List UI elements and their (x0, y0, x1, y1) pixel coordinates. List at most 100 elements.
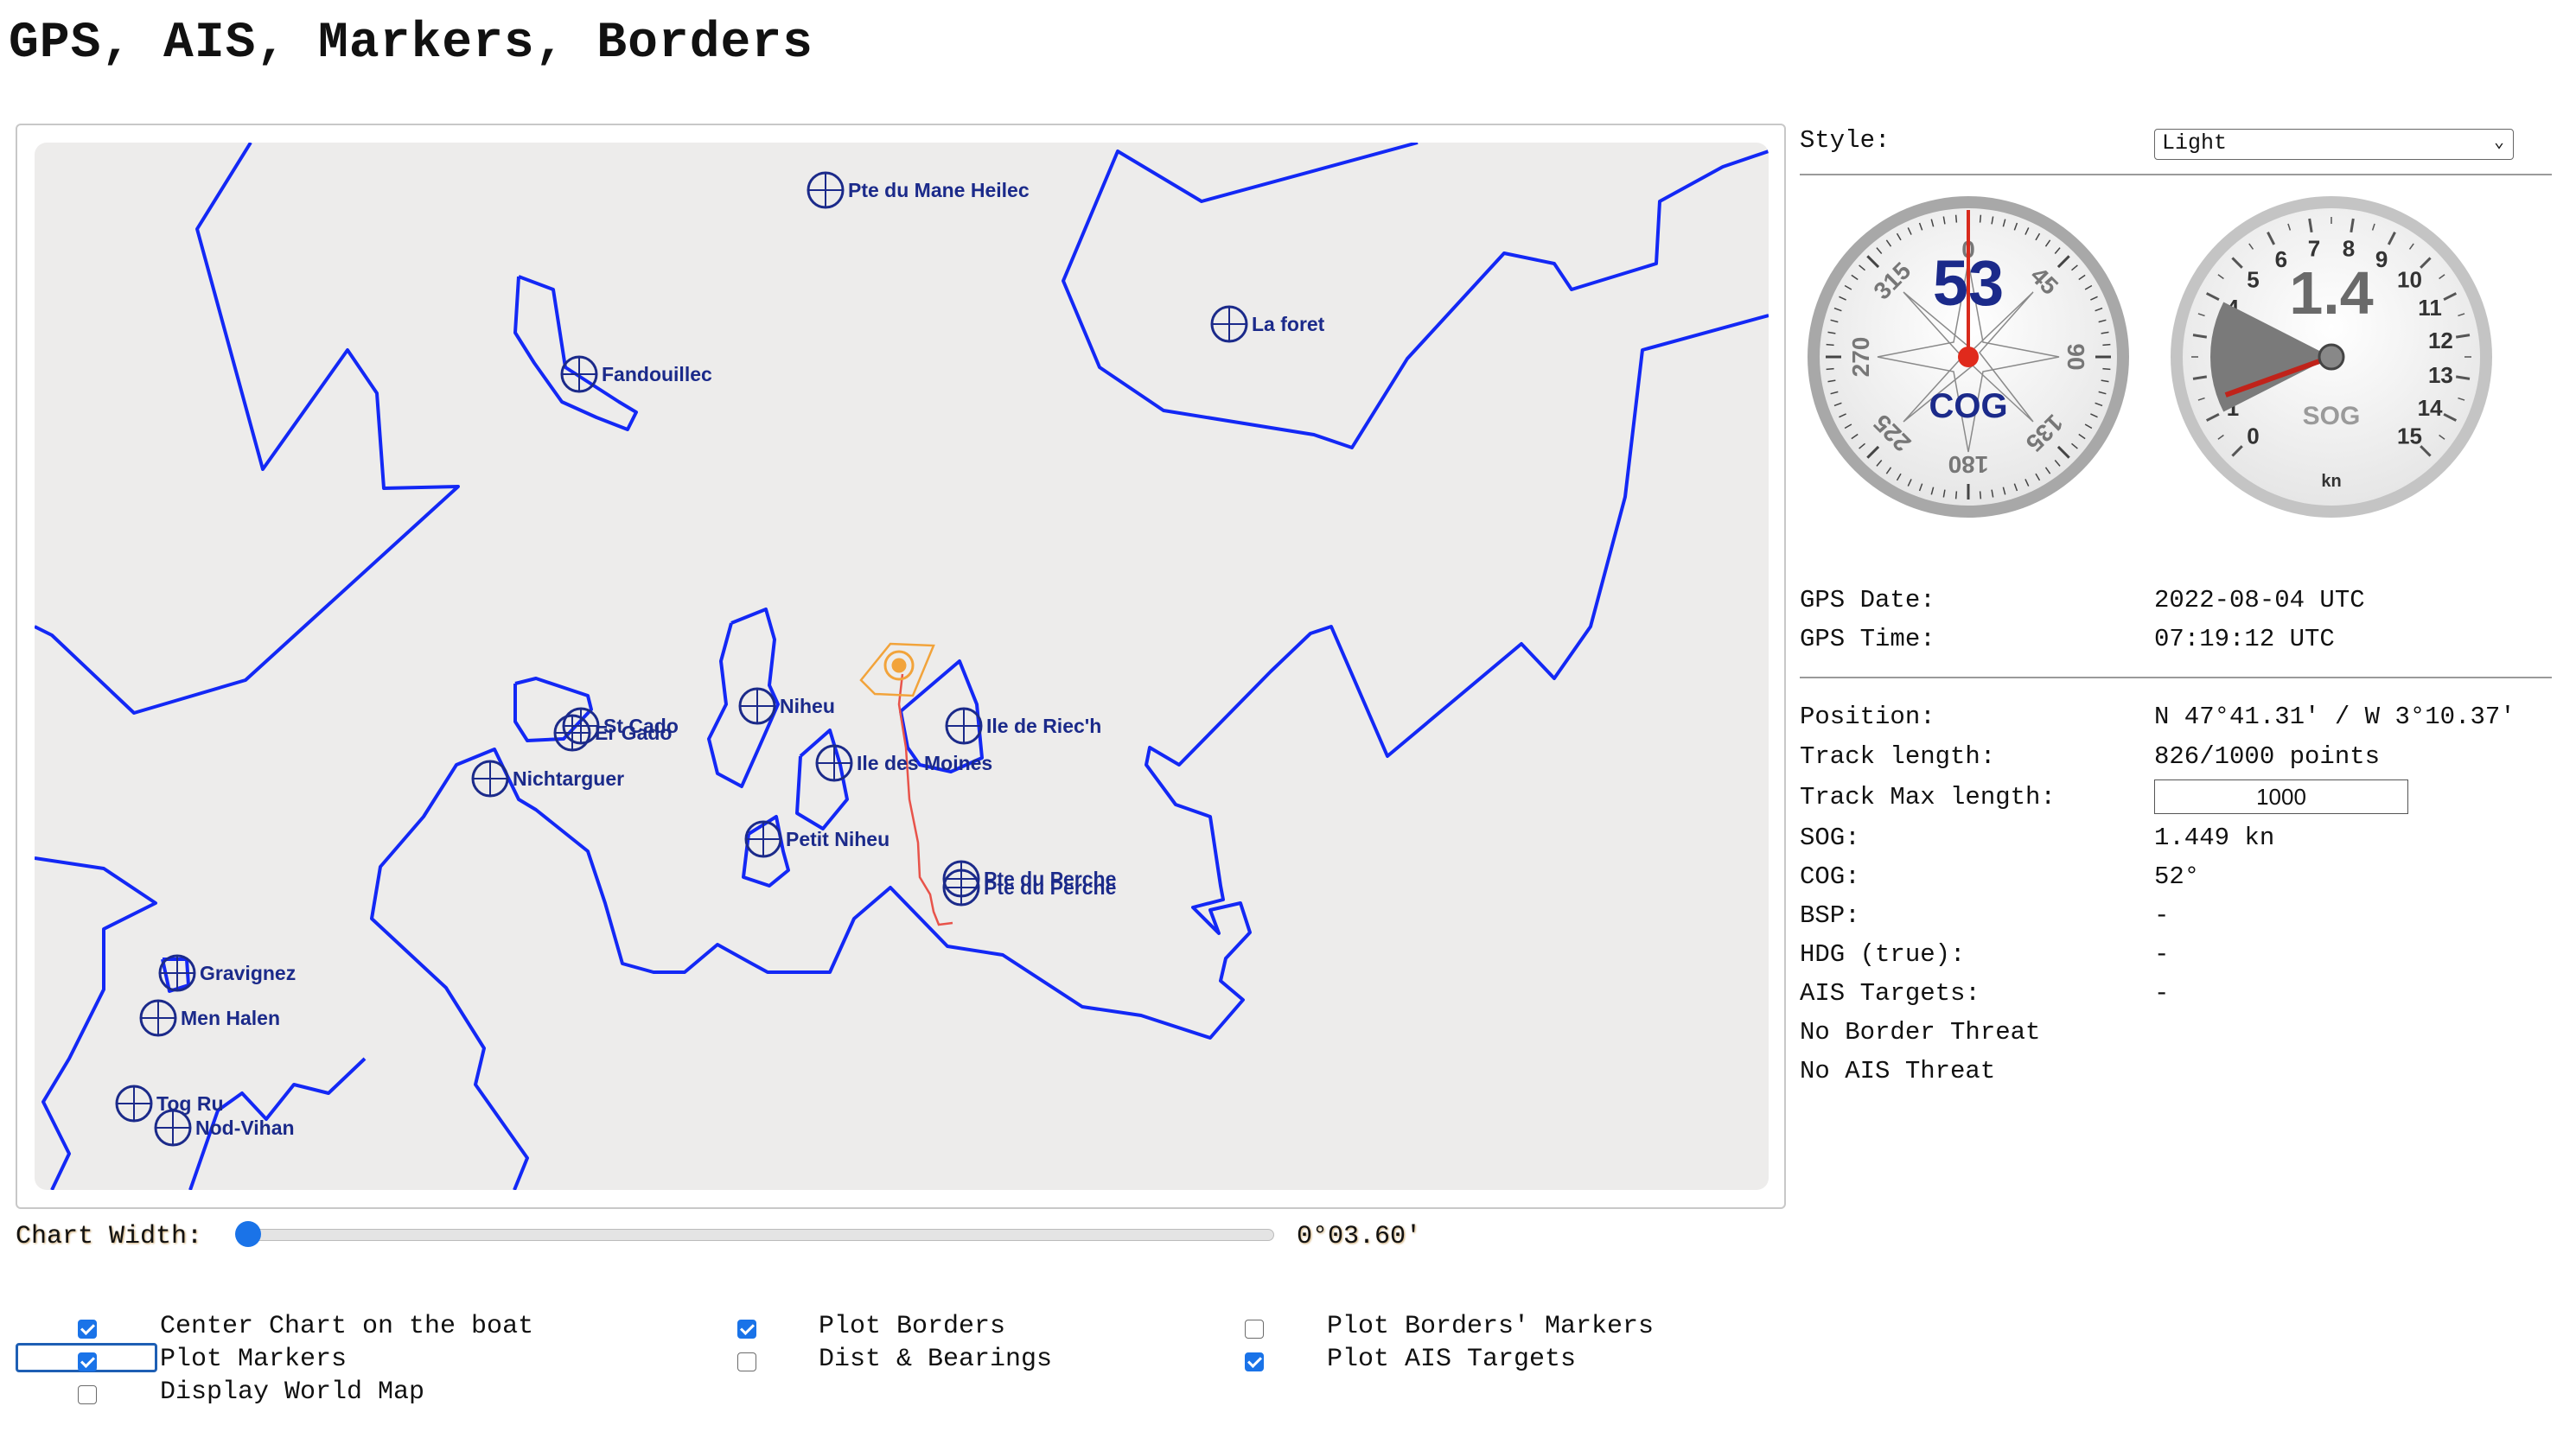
sog-tick-label: 11 (2418, 295, 2442, 321)
plot-borders-markers-checkbox[interactable] (1245, 1320, 1264, 1339)
divider (1800, 174, 2552, 175)
ais-label: AIS Targets: (1800, 979, 1980, 1008)
chart-width-value: 0°03.60' (1297, 1222, 1422, 1251)
center-chart-checkbox[interactable] (78, 1320, 97, 1339)
chart-frame: Pte du Mane Heilec Fandouillec La foret St … (16, 124, 1786, 1209)
ais-threat-text: No AIS Threat (1800, 1057, 1996, 1085)
cog-center-dot (1958, 347, 1979, 367)
gps-date-label: GPS Date: (1800, 586, 1935, 614)
cog-tick-label: 90 (2063, 343, 2089, 370)
display-world-map-label: Display World Map (160, 1378, 425, 1407)
track-length-value: 826/1000 points (2154, 742, 2381, 771)
gauges: 04590135180225270315 53 COG 012345678910… (1808, 196, 2492, 518)
hdg-value: - (2154, 940, 2170, 969)
plot-ais-targets-checkbox[interactable] (1245, 1352, 1264, 1371)
dist-bearings-checkbox[interactable] (737, 1352, 756, 1371)
tick (2102, 343, 2111, 347)
marker-label: Fandouillec (602, 363, 712, 385)
sog-tick-label: 6 (2275, 246, 2287, 272)
sog-tick-label: 13 (2428, 362, 2453, 388)
sog-tick-label: 5 (2247, 266, 2259, 292)
cog-label: COG: (1800, 862, 1860, 891)
sog-tick-label: 12 (2428, 328, 2453, 353)
marker-label: La foret (1252, 313, 1325, 335)
sog-label: SOG: (1800, 824, 1860, 852)
marker-label: Niheu (780, 695, 835, 717)
gps-time-value: 07:19:12 UTC (2154, 625, 2335, 653)
tick (1954, 491, 1958, 499)
tick (2102, 367, 2111, 371)
gps-date-value: 2022-08-04 UTC (2154, 586, 2365, 614)
tick (1826, 343, 1834, 347)
chevron-down-icon: ⌄ (2493, 133, 2504, 153)
chart-svg[interactable]: Pte du Mane HeilecFandouillecLa foretSt … (35, 143, 1769, 1190)
sog-tick-label: 14 (2418, 395, 2443, 421)
track-length-label: Track length: (1800, 742, 1996, 771)
center-chart-label: Center Chart on the boat (160, 1312, 534, 1341)
marker-label: Nod-Vihan (195, 1117, 295, 1139)
plot-borders-markers-label: Plot Borders' Markers (1327, 1312, 1655, 1341)
marker-label: Petit Niheu (786, 828, 889, 850)
bsp-label: BSP: (1800, 901, 1860, 930)
boat-icon (859, 642, 935, 697)
style-select[interactable]: Light ⌄ (2154, 129, 2514, 160)
sog-gauge: 0123456789101112131415 1.4 SOG kn (2171, 196, 2492, 518)
cog-value: 52° (2154, 862, 2200, 891)
border-north-east (1062, 143, 1769, 449)
right-panel: Style: Light ⌄ 04590135180225270315 (1800, 124, 2552, 1143)
marker: Niheu (738, 687, 835, 725)
sog-tick-label: 0 (2247, 423, 2259, 449)
plot-borders-label: Plot Borders (819, 1312, 1006, 1341)
sog-value: 1.449 kn (2154, 824, 2275, 852)
marker-label: Pte du Mane Heilec (848, 179, 1030, 201)
border-threat-text: No Border Threat (1800, 1018, 2041, 1047)
chart-width-slider[interactable] (247, 1229, 1274, 1241)
border-north-west (35, 143, 460, 715)
plot-borders-checkbox[interactable] (737, 1320, 756, 1339)
marker: Men Halen (139, 999, 280, 1037)
hdg-label: HDG (true): (1800, 940, 1966, 969)
plot-markers-label: Plot Markers (160, 1345, 348, 1374)
style-select-value: Light (2162, 130, 2228, 156)
cog-tick-label: 180 (1948, 451, 1989, 478)
tick (1826, 367, 1834, 371)
chart-width-slider-thumb[interactable] (235, 1221, 261, 1247)
divider (1800, 677, 2552, 678)
marker: Pte du Mane Heilec (807, 171, 1030, 209)
cog-tick-label: 270 (1847, 337, 1874, 378)
marker: Ile de Riec'h (945, 707, 1101, 745)
plot-markers-checkbox[interactable] (78, 1352, 97, 1371)
bsp-value: - (2154, 901, 2170, 930)
sog-tick-label: 9 (2375, 246, 2388, 272)
chart-width-label: Chart Width: (16, 1222, 203, 1251)
track-max-input[interactable]: 1000 (2154, 779, 2408, 814)
marker: Nichtarguer (471, 760, 624, 798)
ais-value: - (2154, 979, 2170, 1008)
tick (1979, 214, 1982, 223)
sog-center-knob (2318, 343, 2345, 371)
marker-label: Men Halen (181, 1007, 280, 1029)
marker: Nod-Vihan (154, 1109, 295, 1147)
cog-gauge-value: 53 (1933, 247, 2004, 319)
sog-gauge-unit: kn (2321, 472, 2341, 491)
marker-label: Ile de Riec'h (986, 715, 1101, 737)
sog-tick-label: 10 (2397, 266, 2422, 292)
sog-tick-label: 7 (2308, 236, 2320, 262)
chart-canvas[interactable]: Pte du Mane Heilec Fandouillec La foret St … (35, 143, 1769, 1190)
sog-gauge-label: SOG (2303, 402, 2361, 430)
position-label: Position: (1800, 703, 1935, 731)
position-value: N 47°41.31' / W 3°10.37' (2154, 703, 2515, 731)
marker-label: Nichtarguer (513, 767, 624, 790)
marker: Tog Ru (115, 1085, 224, 1123)
sog-tick-label: 15 (2397, 423, 2422, 449)
border-south-west (35, 856, 157, 1190)
marker: La foret (1210, 305, 1325, 343)
marker-label: Er Gado (595, 722, 672, 744)
dist-bearings-label: Dist & Bearings (819, 1345, 1053, 1374)
marker-label: Gravignez (200, 962, 296, 984)
sog-tick-label: 8 (2343, 236, 2355, 262)
island-fandouillec (513, 275, 638, 431)
tick (1979, 491, 1982, 499)
marker: Fandouillec (560, 355, 712, 393)
display-world-map-checkbox[interactable] (78, 1385, 97, 1404)
